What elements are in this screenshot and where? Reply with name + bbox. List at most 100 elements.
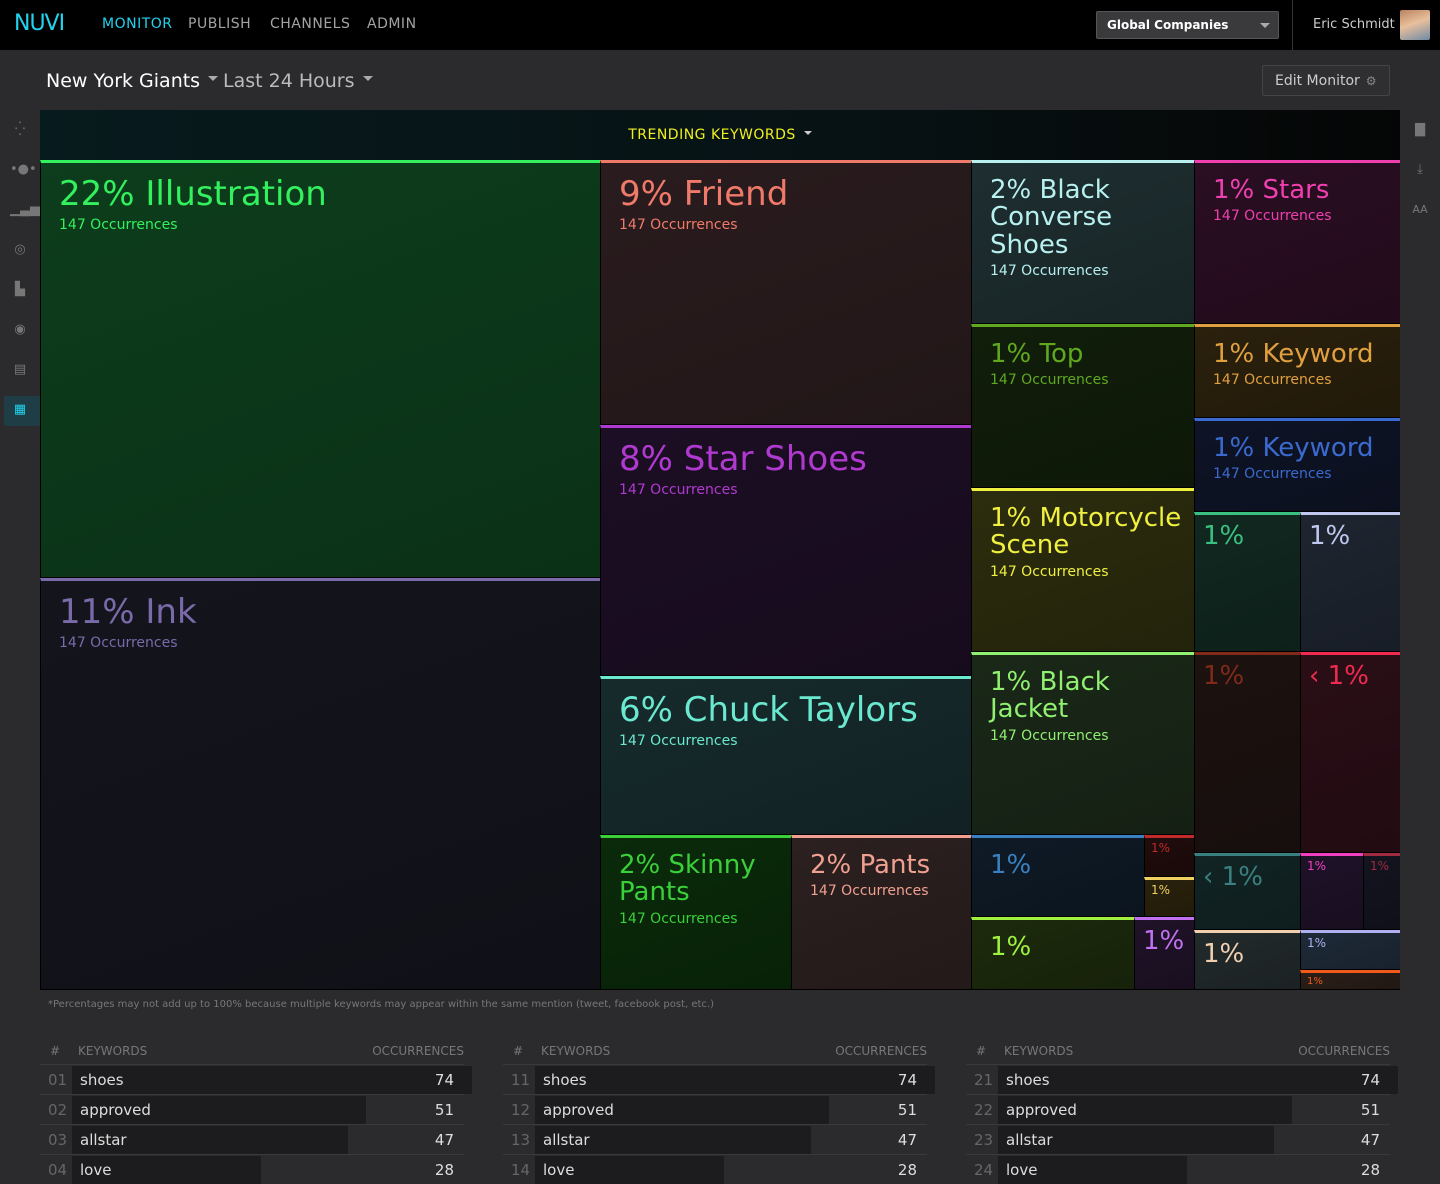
right-toolbar: ▇ ⤓ AA <box>1400 110 1440 230</box>
treemap-title-select[interactable]: TRENDING KEYWORDS <box>40 127 1400 143</box>
treemap-cell[interactable]: ‹ 1% <box>1300 652 1400 853</box>
treemap-cell-content: ‹ 1% <box>1309 662 1369 690</box>
treemap-cell[interactable]: ‹ 1% <box>1194 853 1300 930</box>
timeline-icon[interactable]: •●• <box>10 160 37 180</box>
target-icon[interactable]: ◉ <box>10 320 30 340</box>
treemap-cell-content: 1% <box>1307 937 1326 950</box>
treemap-cell[interactable]: 8% Star Shoes 147 Occurrences <box>600 425 971 676</box>
row-keyword: allstar <box>543 1131 590 1149</box>
nav-monitor[interactable]: MONITOR <box>102 16 173 32</box>
treemap-cell[interactable]: 1% <box>971 835 1144 917</box>
table-row[interactable]: 12 approved 51 <box>503 1094 927 1124</box>
avatar[interactable] <box>1400 10 1430 40</box>
treemap-cell[interactable]: 2% Pants 147 Occurrences <box>791 835 971 990</box>
table-row[interactable]: 03 allstar 47 <box>40 1124 464 1154</box>
time-range-select[interactable]: Last 24 Hours <box>223 70 373 92</box>
table-row[interactable]: 13 allstar 47 <box>503 1124 927 1154</box>
nav-channels[interactable]: CHANNELS <box>270 16 350 32</box>
treemap-cell[interactable]: 1% Top 147 Occurrences <box>971 324 1194 488</box>
treemap-cell-label: 2% Black Converse Shoes <box>990 175 1113 260</box>
treemap-cell-content: 1% <box>990 851 1031 879</box>
treemap-cell-content: 2% Pants 147 Occurrences <box>810 851 930 900</box>
column-header-keywords[interactable]: KEYWORDS <box>78 1044 147 1058</box>
treemap-cell[interactable]: 1% <box>1194 512 1300 652</box>
treemap-cell[interactable]: 1% Black Jacket 147 Occurrences <box>971 652 1194 835</box>
occurrence-bar <box>535 1066 935 1094</box>
bar-chart-icon[interactable]: ▁▃▅ <box>10 200 40 220</box>
nav-publish[interactable]: PUBLISH <box>188 16 251 32</box>
treemap-cell[interactable]: 1% Stars 147 Occurrences <box>1194 160 1400 324</box>
company-select[interactable]: Global Companies <box>1096 11 1279 39</box>
edit-monitor-button[interactable]: Edit Monitor ⚙ <box>1262 65 1390 96</box>
treemap-cell[interactable]: 1% <box>1300 853 1363 930</box>
treemap-cell[interactable]: 1% <box>1144 877 1194 917</box>
document-icon[interactable]: ▤ <box>10 360 30 380</box>
row-keyword: shoes <box>80 1071 124 1089</box>
compass-icon[interactable]: ◎ <box>10 240 30 260</box>
treemap-cell[interactable]: 1% <box>971 917 1134 990</box>
column-header-occurrences[interactable]: OCCURRENCES <box>372 1044 464 1058</box>
treemap-cell[interactable]: 2% Black Converse Shoes 147 Occurrences <box>971 160 1194 324</box>
treemap-cell[interactable]: 1% Keyword 147 Occurrences <box>1194 324 1400 418</box>
keyword-table-1: # KEYWORDS OCCURRENCES 01 shoes 74 02 approved 5… <box>40 1040 472 1184</box>
treemap-cell-occurrences: 147 Occurrences <box>990 727 1109 744</box>
table-row[interactable]: 24 love 28 <box>966 1154 1390 1184</box>
table-row[interactable]: 21 shoes 74 <box>966 1064 1398 1094</box>
row-occurrences: 47 <box>1360 1131 1380 1149</box>
monitor-select[interactable]: New York Giants <box>46 70 219 92</box>
treemap-cell[interactable]: 2% Skinny Pants 147 Occurrences <box>600 835 791 990</box>
treemap-cell[interactable]: 6% Chuck Taylors 147 Occurrences <box>600 676 971 835</box>
treemap-cell[interactable]: 1% <box>1300 512 1400 652</box>
treemap-cell-occurrences: 147 Occurrences <box>990 372 1109 389</box>
table-row[interactable]: 14 love 28 <box>503 1154 927 1184</box>
treemap-cell[interactable]: 1% <box>1144 835 1194 877</box>
nav-admin[interactable]: ADMIN <box>367 16 417 32</box>
treemap-cell-content: 2% Skinny Pants 147 Occurrences <box>619 851 780 927</box>
scatter-icon[interactable]: ⁛ <box>10 120 30 140</box>
buildings-icon[interactable]: ▙ <box>10 280 30 300</box>
treemap-cell[interactable]: 9% Friend 147 Occurrences <box>600 160 971 425</box>
column-header-occurrences[interactable]: OCCURRENCES <box>1298 1044 1390 1058</box>
treemap-cell[interactable]: 1% Motorcycle Scene 147 Occurrences <box>971 488 1194 652</box>
treemap-icon[interactable]: ▦ <box>10 400 30 420</box>
table-row[interactable]: 22 approved 51 <box>966 1094 1390 1124</box>
column-header-keywords[interactable]: KEYWORDS <box>1004 1044 1073 1058</box>
download-icon[interactable]: ⤓ <box>1410 160 1430 180</box>
treemap-cell-content: 1% <box>1203 522 1244 550</box>
table-row[interactable]: 02 approved 51 <box>40 1094 464 1124</box>
treemap-cell-label: 1% Top <box>990 339 1084 369</box>
treemap-cell-occurrences: 147 Occurrences <box>619 910 738 927</box>
treemap-cell[interactable]: 1% <box>1194 930 1300 990</box>
treemap-cell-content: 1% <box>1307 976 1323 988</box>
treemap-cell[interactable]: 22% Illustration 147 Occurrences <box>40 160 600 578</box>
table-row[interactable]: 01 shoes 74 <box>40 1064 472 1094</box>
font-size-icon[interactable]: AA <box>1410 200 1430 220</box>
row-number: 02 <box>48 1101 68 1119</box>
treemap-cell[interactable]: 11% Ink 147 Occurrences <box>40 578 600 990</box>
keyword-table-2: # KEYWORDS OCCURRENCES 11 shoes 74 12 approved 5… <box>503 1040 935 1184</box>
treemap-cell[interactable]: 1% <box>1194 652 1300 853</box>
treemap-cell-content: 8% Star Shoes 147 Occurrences <box>619 441 867 498</box>
table-row[interactable]: 11 shoes 74 <box>503 1064 935 1094</box>
treemap-cell-label: 1% Keyword <box>1213 433 1374 463</box>
nuvi-logo[interactable]: NUVI <box>14 11 65 36</box>
column-header-keywords[interactable]: KEYWORDS <box>541 1044 610 1058</box>
treemap-cell[interactable]: 1% Keyword 147 Occurrences <box>1194 418 1400 512</box>
table-row[interactable]: 23 allstar 47 <box>966 1124 1390 1154</box>
treemap-cell[interactable]: 1% <box>1363 853 1400 930</box>
treemap-cell-label: 1% <box>1203 661 1245 691</box>
chevron-down-icon <box>1260 23 1270 28</box>
user-name[interactable]: Eric Schmidt <box>1313 17 1395 32</box>
comment-icon[interactable]: ▇ <box>1410 120 1430 140</box>
gear-icon: ⚙ <box>1365 74 1377 88</box>
edit-monitor-label: Edit Monitor <box>1275 73 1360 89</box>
treemap-cell-content: 11% Ink 147 Occurrences <box>59 594 197 651</box>
treemap-cell[interactable]: 1% <box>1134 917 1194 990</box>
keyword-table-header: # KEYWORDS OCCURRENCES <box>503 1040 927 1064</box>
table-row[interactable]: 04 love 28 <box>40 1154 464 1184</box>
treemap-cell[interactable]: 1% <box>1300 930 1400 970</box>
treemap-cell[interactable]: 1% <box>1300 970 1400 990</box>
column-header-occurrences[interactable]: OCCURRENCES <box>835 1044 927 1058</box>
treemap-cell-label: 1% <box>1370 859 1390 873</box>
row-number: 04 <box>48 1161 68 1179</box>
